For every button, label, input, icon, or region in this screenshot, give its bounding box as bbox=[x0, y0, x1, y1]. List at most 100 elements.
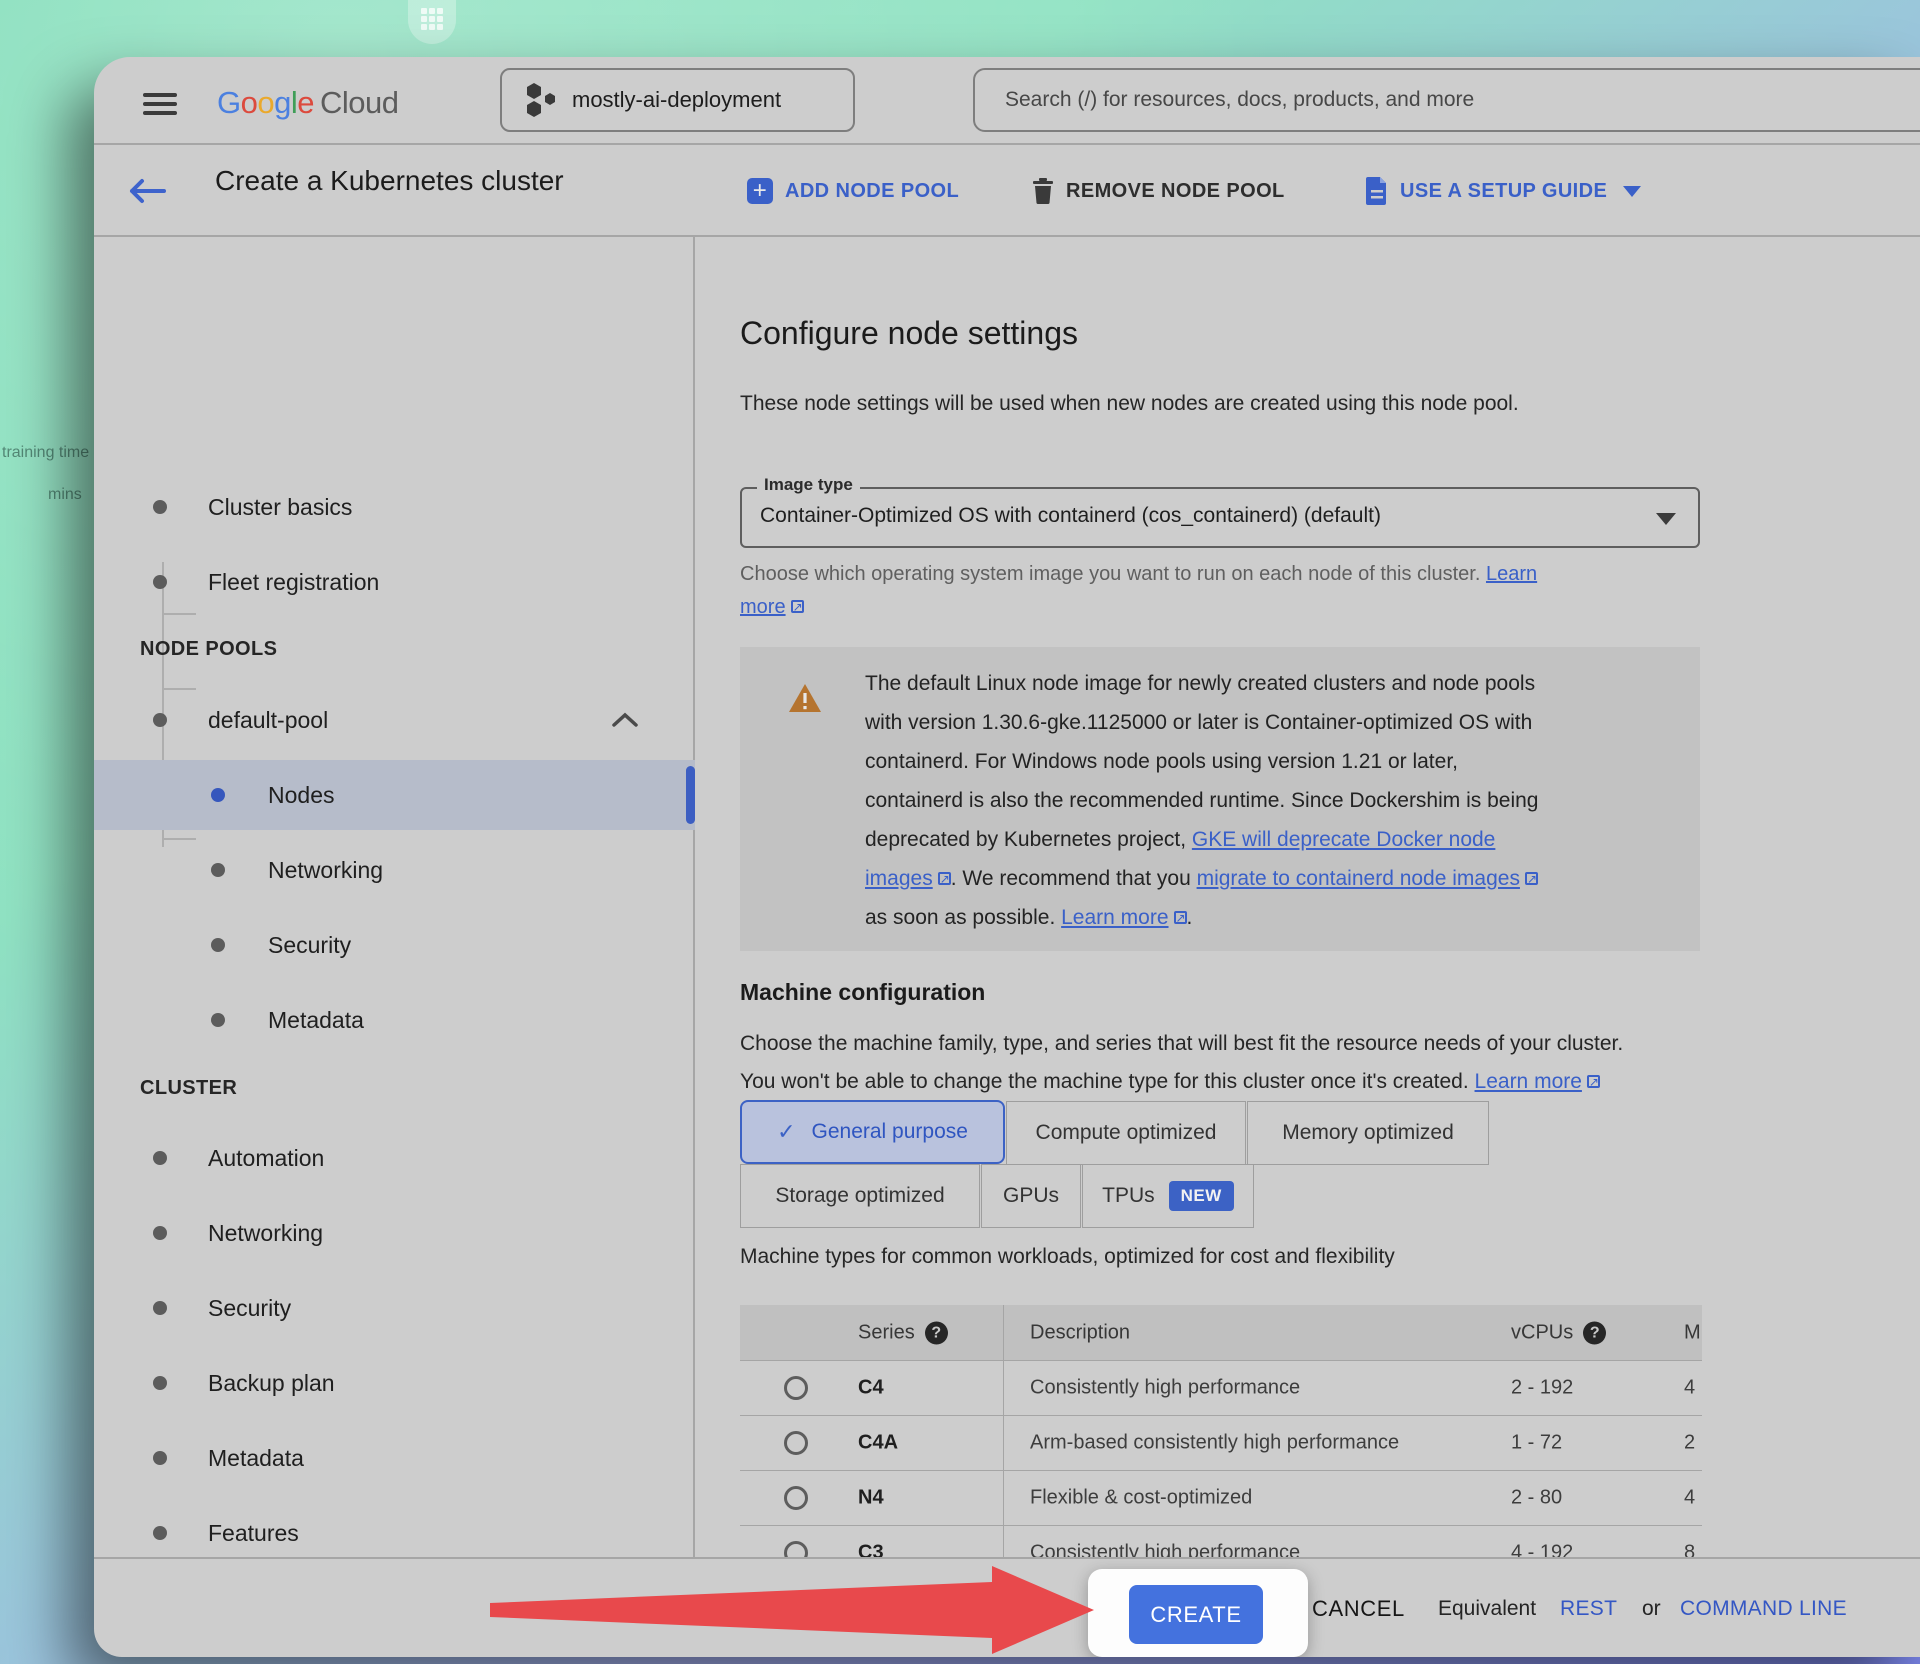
deprecate-docker-link[interactable]: images bbox=[865, 867, 933, 890]
sidebar-item-label: Metadata bbox=[268, 1007, 364, 1034]
radio-button[interactable] bbox=[784, 1486, 808, 1510]
page-title: Create a Kubernetes cluster bbox=[215, 165, 564, 197]
warning-icon bbox=[788, 683, 822, 713]
sidebar-item-pool-networking[interactable]: Networking bbox=[94, 835, 695, 905]
search-input[interactable] bbox=[973, 68, 1920, 132]
external-link-icon bbox=[938, 872, 951, 885]
learn-more-link[interactable]: Learn more bbox=[1475, 1070, 1582, 1093]
step-dot-icon bbox=[153, 1151, 167, 1165]
remove-node-pool-label: REMOVE NODE POOL bbox=[1066, 180, 1285, 203]
step-dot-icon bbox=[211, 863, 225, 877]
tab-label: Compute optimized bbox=[1036, 1121, 1217, 1145]
col-header-description: Description bbox=[1030, 1321, 1130, 1344]
image-type-select[interactable]: Image type Container-Optimized OS with c… bbox=[740, 487, 1700, 548]
logo-letter: o bbox=[257, 85, 274, 120]
external-link-icon bbox=[791, 600, 804, 613]
table-row-c3[interactable]: C3 Consistently high performance 4 - 192… bbox=[740, 1525, 1702, 1557]
sidebar-item-label: Nodes bbox=[268, 782, 334, 809]
project-name: mostly-ai-deployment bbox=[572, 87, 781, 113]
table-header-row: Series Description vCPUs M bbox=[740, 1305, 1702, 1360]
step-dot-icon bbox=[153, 1226, 167, 1240]
rest-link[interactable]: REST bbox=[1560, 1559, 1617, 1657]
step-dot-icon bbox=[153, 1301, 167, 1315]
trash-icon bbox=[1032, 178, 1054, 204]
table-row-c4a[interactable]: C4A Arm-based consistently high performa… bbox=[740, 1415, 1702, 1470]
step-dot-icon bbox=[153, 1376, 167, 1390]
sidebar-item-label: Cluster basics bbox=[208, 494, 352, 521]
sidebar-item-label: Metadata bbox=[208, 1445, 304, 1472]
sidebar-item-security[interactable]: Security bbox=[94, 1273, 695, 1343]
selected-indicator bbox=[686, 766, 695, 824]
sidebar-item-pool-security[interactable]: Security bbox=[94, 910, 695, 980]
sidebar-item-fleet-registration[interactable]: Fleet registration bbox=[94, 547, 695, 617]
sidebar-item-label: Features bbox=[208, 1520, 299, 1547]
tab-compute-optimized[interactable]: Compute optimized bbox=[1006, 1101, 1246, 1165]
dropdown-caret-icon bbox=[1656, 513, 1676, 525]
sidebar-item-label: Automation bbox=[208, 1145, 324, 1172]
table-row-n4[interactable]: N4 Flexible & cost-optimized 2 - 80 4 bbox=[740, 1470, 1702, 1525]
sidebar-item-cluster-basics[interactable]: Cluster basics bbox=[94, 472, 695, 542]
cancel-button[interactable]: CANCEL bbox=[1312, 1559, 1405, 1657]
radio-button[interactable] bbox=[784, 1431, 808, 1455]
help-icon[interactable] bbox=[925, 1321, 948, 1344]
vcpus-cell: 4 - 192 bbox=[1511, 1542, 1573, 1558]
tab-label: GPUs bbox=[1003, 1184, 1059, 1208]
table-row-c4[interactable]: C4 Consistently high performance 2 - 192… bbox=[740, 1360, 1702, 1415]
series-cell: N4 bbox=[858, 1487, 884, 1510]
sidebar-item-networking[interactable]: Networking bbox=[94, 1198, 695, 1268]
tab-label: Storage optimized bbox=[775, 1184, 944, 1208]
tab-label: Memory optimized bbox=[1282, 1121, 1454, 1145]
memory-cell: 4 bbox=[1684, 1487, 1695, 1510]
tab-storage-optimized[interactable]: Storage optimized bbox=[740, 1164, 980, 1228]
tab-general-purpose[interactable]: ✓ General purpose bbox=[740, 1100, 1005, 1164]
menu-icon[interactable] bbox=[143, 93, 177, 117]
sidebar-item-nodes[interactable]: Nodes bbox=[94, 760, 695, 830]
collapse-chevron-icon[interactable] bbox=[611, 712, 639, 728]
background-label-mins: mins bbox=[48, 486, 82, 504]
sidebar-item-pool-metadata[interactable]: Metadata bbox=[94, 985, 695, 1055]
learn-more-link[interactable]: Learn more bbox=[1061, 906, 1168, 929]
step-dot-icon bbox=[153, 575, 167, 589]
section-subtitle: These node settings will be used when ne… bbox=[740, 392, 1519, 416]
machine-config-heading: Machine configuration bbox=[740, 979, 985, 1006]
sidebar-item-label: Networking bbox=[268, 857, 383, 884]
external-link-icon bbox=[1587, 1075, 1600, 1088]
remove-node-pool-button[interactable]: REMOVE NODE POOL bbox=[1032, 145, 1285, 237]
memory-cell: 4 bbox=[1684, 1377, 1695, 1400]
sidebar-item-automation[interactable]: Automation bbox=[94, 1123, 695, 1193]
logo-letter: g bbox=[274, 85, 291, 120]
learn-more-link[interactable]: more bbox=[740, 596, 786, 618]
tab-tpus[interactable]: TPUs NEW bbox=[1082, 1164, 1254, 1228]
learn-more-link[interactable]: Learn bbox=[1486, 563, 1537, 585]
tab-memory-optimized[interactable]: Memory optimized bbox=[1247, 1101, 1489, 1165]
description-cell: Arm-based consistently high performance bbox=[1030, 1432, 1399, 1455]
tab-label: TPUs bbox=[1102, 1184, 1155, 1208]
setup-guide-button[interactable]: USE A SETUP GUIDE bbox=[1366, 145, 1641, 237]
vcpus-cell: 1 - 72 bbox=[1511, 1432, 1562, 1455]
sidebar-item-metadata[interactable]: Metadata bbox=[94, 1423, 695, 1493]
migrate-containerd-link[interactable]: migrate to containerd node images bbox=[1197, 867, 1520, 890]
sidebar-item-default-pool[interactable]: default-pool bbox=[94, 685, 695, 755]
logo-letter: G bbox=[217, 85, 241, 120]
radio-button[interactable] bbox=[784, 1541, 808, 1557]
machine-type-table: Series Description vCPUs M C4 Consistent… bbox=[740, 1305, 1702, 1557]
logo-letter: e bbox=[297, 85, 314, 120]
back-arrow-icon[interactable] bbox=[124, 177, 168, 205]
tab-gpus[interactable]: GPUs bbox=[981, 1164, 1081, 1228]
google-cloud-logo: GoogleCloud bbox=[217, 85, 399, 121]
deprecate-docker-link[interactable]: GKE will deprecate Docker node bbox=[1192, 828, 1496, 851]
help-icon[interactable] bbox=[1583, 1321, 1606, 1344]
create-button[interactable]: CREATE bbox=[1129, 1585, 1263, 1644]
series-cell: C4A bbox=[858, 1432, 898, 1455]
screen: training time mins GoogleCloud mostly-ai… bbox=[0, 0, 1920, 1664]
logo-letter: o bbox=[241, 85, 258, 120]
add-node-pool-button[interactable]: ADD NODE POOL bbox=[747, 145, 959, 237]
action-bar: CREATE CANCEL Equivalent REST or COMMAND… bbox=[94, 1557, 1920, 1657]
sidebar-item-label: Security bbox=[208, 1295, 291, 1322]
command-line-link[interactable]: COMMAND LINE bbox=[1680, 1559, 1847, 1657]
or-label: or bbox=[1642, 1559, 1661, 1657]
radio-button[interactable] bbox=[784, 1376, 808, 1400]
sidebar-item-backup-plan[interactable]: Backup plan bbox=[94, 1348, 695, 1418]
vcpus-cell: 2 - 192 bbox=[1511, 1377, 1573, 1400]
project-selector[interactable]: mostly-ai-deployment bbox=[500, 68, 855, 132]
